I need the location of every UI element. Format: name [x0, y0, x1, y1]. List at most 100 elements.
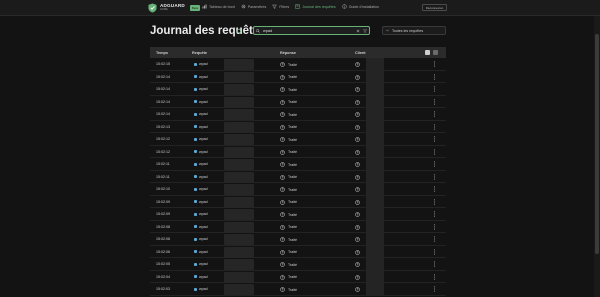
more-options-icon[interactable] [433, 148, 436, 155]
help-circle-icon[interactable] [280, 237, 285, 242]
help-circle-icon[interactable] [280, 87, 285, 92]
request-cell[interactable]: wpad [194, 250, 208, 254]
help-circle-icon[interactable] [280, 99, 285, 105]
table-row[interactable]: 15:02:05 wpad Traité [150, 258, 446, 271]
more-options-icon[interactable] [433, 98, 436, 105]
nav-setup-guide[interactable]: Guide d'installation [342, 4, 379, 9]
header-client[interactable]: Client [355, 51, 366, 55]
help-circle-icon[interactable] [280, 112, 285, 117]
request-cell[interactable]: wpad [194, 262, 208, 266]
request-cell[interactable]: wpad [194, 175, 208, 179]
more-options-icon[interactable] [433, 123, 436, 130]
table-row[interactable]: 15:02:10 wpad Traité [150, 183, 446, 196]
help-circle-icon[interactable] [355, 74, 360, 80]
help-circle-icon[interactable] [355, 287, 360, 292]
request-cell[interactable]: wpad [194, 187, 208, 191]
request-cell[interactable]: wpad [194, 200, 208, 204]
table-row[interactable]: 15:02:11 wpad Traité [150, 170, 446, 183]
more-options-icon[interactable] [433, 261, 436, 267]
table-row[interactable]: 15:02:14 wpad Traité [150, 83, 446, 96]
table-row[interactable]: 15:02:11 wpad Traité [150, 158, 446, 171]
search-field[interactable] [253, 26, 370, 35]
table-row[interactable]: 15:02:03 wpad Traité [150, 283, 446, 296]
table-row[interactable]: 15:02:04 wpad Traité [150, 270, 446, 283]
help-circle-icon[interactable] [355, 199, 360, 205]
more-options-icon[interactable] [433, 236, 436, 242]
nav-query-log[interactable]: Journal des requêtes [295, 4, 336, 9]
table-row[interactable]: 15:02:14 wpad Traité [150, 108, 446, 121]
help-circle-icon[interactable] [355, 212, 360, 217]
scrollbar-thumb[interactable] [595, 34, 599, 254]
help-circle-icon[interactable] [280, 124, 285, 130]
table-row[interactable]: 15:02:12 wpad Traité [150, 145, 446, 158]
help-circle-icon[interactable] [355, 262, 360, 267]
request-cell[interactable]: wpad [194, 150, 208, 154]
help-circle-icon[interactable] [355, 187, 360, 192]
help-circle-icon[interactable] [355, 112, 360, 117]
more-options-icon[interactable] [433, 286, 436, 292]
more-options-icon[interactable] [433, 186, 436, 192]
table-row[interactable]: 15:02:08 wpad Traité [150, 220, 446, 233]
help-circle-icon[interactable] [280, 224, 285, 230]
request-cell[interactable]: wpad [194, 275, 208, 279]
help-circle-icon[interactable] [280, 174, 285, 180]
help-circle-icon[interactable] [280, 199, 285, 205]
more-options-icon[interactable] [433, 161, 436, 167]
help-circle-icon[interactable] [355, 149, 360, 155]
more-options-icon[interactable] [433, 223, 436, 230]
nav-filters[interactable]: Filtres [272, 4, 289, 9]
more-options-icon[interactable] [433, 61, 436, 67]
more-options-icon[interactable] [433, 73, 436, 80]
help-circle-icon[interactable] [280, 149, 285, 155]
request-cell[interactable]: wpad [194, 287, 208, 291]
help-circle-icon[interactable] [280, 62, 285, 67]
table-row[interactable]: 15:02:09 wpad Traité [150, 195, 446, 208]
help-circle-icon[interactable] [355, 174, 360, 180]
help-circle-icon[interactable] [355, 87, 360, 92]
search-input[interactable] [263, 28, 353, 33]
header-time[interactable]: Temps [156, 51, 168, 55]
request-cell[interactable]: wpad [194, 112, 208, 116]
adguard-logo[interactable]: ADGUARD HOME Beta [148, 3, 201, 13]
help-circle-icon[interactable] [355, 237, 360, 242]
more-options-icon[interactable] [433, 273, 436, 280]
help-circle-icon[interactable] [280, 187, 285, 192]
compact-view-icon[interactable] [425, 50, 430, 55]
table-row[interactable]: 15:02:06 wpad Traité [150, 245, 446, 258]
table-row[interactable]: 15:02:12 wpad Traité [150, 133, 446, 146]
help-circle-icon[interactable] [280, 162, 285, 167]
help-circle-icon[interactable] [355, 124, 360, 130]
help-circle-icon[interactable] [355, 137, 360, 142]
nav-dashboard[interactable]: Tableau de bord [202, 4, 235, 9]
page-scrollbar[interactable] [594, 16, 600, 297]
request-cell[interactable]: wpad [194, 237, 208, 241]
header-request[interactable]: Requête [192, 51, 207, 55]
more-options-icon[interactable] [433, 136, 436, 142]
more-options-icon[interactable] [433, 86, 436, 92]
request-cell[interactable]: wpad [194, 75, 208, 79]
help-circle-icon[interactable] [280, 287, 285, 292]
clear-icon[interactable] [356, 29, 360, 33]
nav-settings[interactable]: Paramètres [241, 4, 266, 9]
help-circle-icon[interactable] [355, 162, 360, 167]
help-circle-icon[interactable] [280, 262, 285, 267]
help-circle-icon[interactable] [280, 212, 285, 217]
table-row[interactable]: 15:02:14 wpad Traité [150, 70, 446, 83]
response-filter-select[interactable]: Toutes les requêtes [382, 26, 446, 35]
help-circle-icon[interactable] [280, 74, 285, 80]
help-circle-icon[interactable] [355, 99, 360, 105]
help-circle-icon[interactable] [355, 249, 360, 255]
more-options-icon[interactable] [433, 198, 436, 205]
help-circle-icon[interactable] [355, 224, 360, 230]
header-response[interactable]: Réponse [280, 51, 296, 55]
refresh-icon[interactable] [236, 28, 242, 34]
more-options-icon[interactable] [433, 248, 436, 255]
logout-button[interactable]: Déconnexion [422, 4, 447, 11]
help-circle-icon[interactable] [280, 274, 285, 280]
filter-icon[interactable] [363, 29, 367, 33]
request-cell[interactable]: wpad [194, 87, 208, 91]
table-row[interactable]: 15:02:15 wpad Traité [150, 58, 446, 71]
request-cell[interactable]: wpad [194, 125, 208, 129]
request-cell[interactable]: wpad [194, 212, 208, 216]
expanded-view-icon[interactable] [433, 50, 438, 55]
